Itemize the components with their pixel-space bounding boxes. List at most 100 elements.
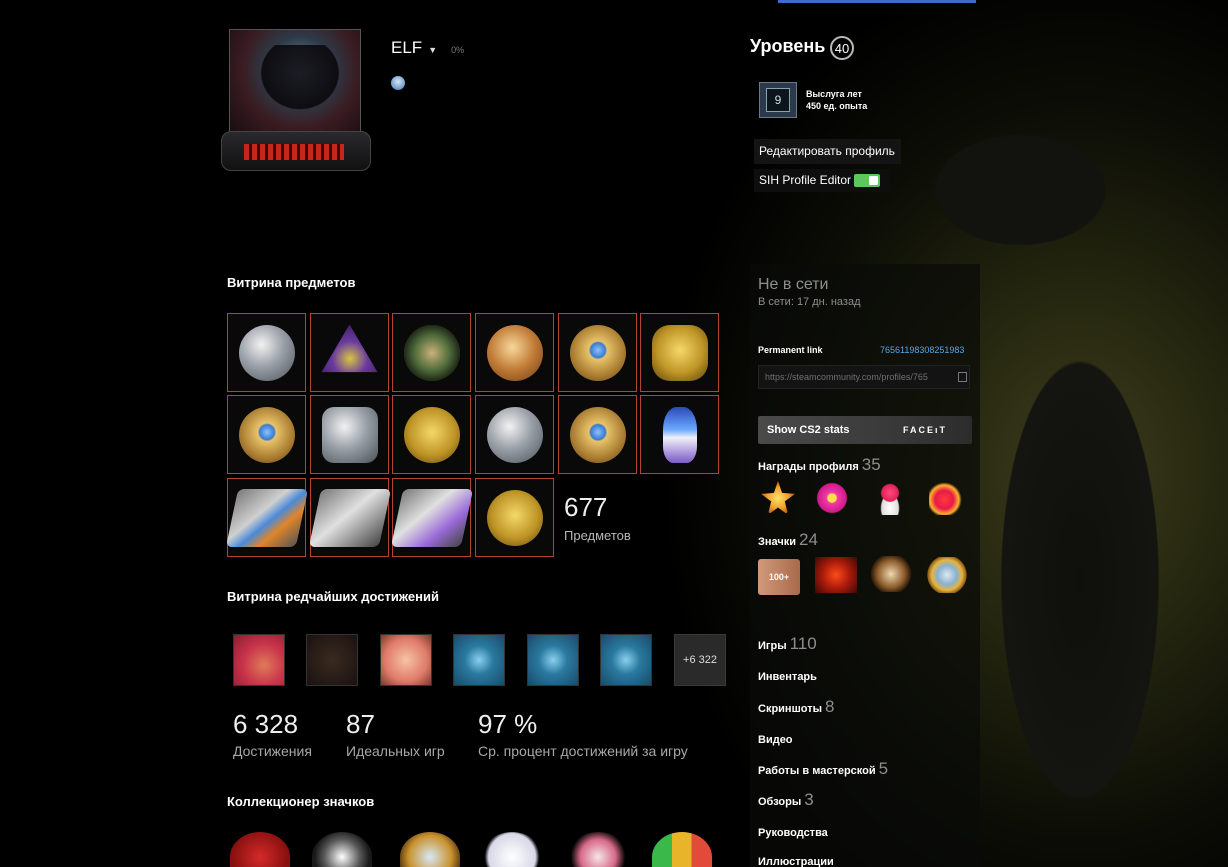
achievement-icon[interactable] [380, 634, 432, 686]
achievements-total-label: Достижения [233, 743, 312, 759]
persona-name-row[interactable]: ELF ▼ 0% [391, 38, 464, 58]
permalink-label: Permanent link [758, 345, 823, 355]
showcase-slot[interactable] [225, 478, 308, 557]
perfect-games-label: Идеальных игр [346, 743, 445, 759]
showcase-slot[interactable] [558, 313, 637, 392]
achievement-icon[interactable] [306, 634, 358, 686]
sih-toggle[interactable] [854, 174, 880, 187]
top-accent-bar [778, 0, 976, 3]
avatar-creature [255, 45, 345, 115]
games-count: 110 [789, 634, 817, 653]
last-online: В сети: 17 дн. назад [758, 296, 861, 308]
permalink-input[interactable]: https://steamcommunity.com/profiles/765 [758, 365, 970, 389]
badges-count: 24 [799, 530, 818, 549]
screenshots-label: Скриншоты [758, 703, 822, 715]
showcase-slot[interactable] [640, 395, 719, 474]
games-label: Игры [758, 640, 787, 652]
profile-awards-label: Награды профиля [758, 461, 859, 473]
flower-award-icon[interactable] [815, 481, 849, 515]
avatar-frame-base [221, 131, 371, 171]
showcase-slot[interactable] [475, 313, 554, 392]
video-link[interactable]: Видео [758, 734, 793, 746]
silver-shield-pin-icon [321, 406, 378, 463]
level-title: Уровень [750, 36, 826, 56]
reviews-link[interactable]: Обзоры 3 [758, 790, 814, 810]
cs-badge-icon[interactable] [870, 556, 912, 592]
show-cs2-stats-button[interactable]: Show CS2 stats FACEıT [758, 416, 972, 444]
screenshots-link[interactable]: Скриншоты 8 [758, 697, 834, 717]
chevron-down-icon[interactable]: ▼ [428, 45, 437, 55]
showcase-slot[interactable] [558, 395, 637, 474]
avg-completion-label: Ср. процент достижений за игру [478, 743, 688, 759]
avatar[interactable] [221, 27, 371, 172]
silver-star-pin-icon [486, 406, 543, 463]
games-link[interactable]: Игры 110 [758, 634, 817, 654]
showcase-slot[interactable] [310, 395, 389, 474]
showcase-slot[interactable] [310, 313, 389, 392]
workshop-link[interactable]: Работы в мастерской 5 [758, 759, 888, 779]
fire-heart-award-icon[interactable] [929, 481, 963, 515]
items-count[interactable]: 677 [564, 492, 607, 523]
tan-pin-icon [651, 324, 708, 381]
status-emoji-icon [391, 76, 405, 90]
avg-completion: 97 % [478, 709, 538, 739]
showcase-slot[interactable] [475, 395, 554, 474]
winter-badge-icon[interactable] [926, 557, 968, 593]
showcase-slot[interactable] [227, 313, 306, 392]
gold-medal-icon [486, 489, 543, 546]
service-medal-icon [238, 324, 295, 381]
more-achievements-button[interactable]: +6 322 [674, 634, 726, 686]
years-title: Выслуга лет [806, 89, 862, 99]
persona-name[interactable]: ELF [391, 38, 422, 58]
years-xp: 450 ед. опыта [806, 101, 868, 111]
profile-awards-link[interactable]: Награды профиля 35 [758, 455, 881, 475]
badge-collector-title: Коллекционер значков [227, 794, 375, 809]
season-two-coin-icon [308, 488, 391, 547]
showcase-slot[interactable] [227, 395, 306, 474]
showcase-slot[interactable] [308, 478, 391, 557]
artwork-link[interactable]: Иллюстрации [758, 856, 834, 867]
profile-awards-count: 35 [861, 455, 881, 474]
showcase-slot[interactable] [392, 395, 471, 474]
copy-icon[interactable] [958, 372, 967, 382]
cupcake-pin-icon [662, 406, 697, 463]
heart-hands-award-icon[interactable] [873, 481, 907, 515]
season-one-coin-icon [225, 488, 308, 547]
showcase-slot[interactable] [640, 313, 719, 392]
operation-coin-icon [403, 324, 460, 381]
reviews-count: 3 [804, 790, 814, 809]
screenshots-count: 8 [824, 697, 835, 716]
inventory-link[interactable]: Инвентарь [758, 671, 817, 683]
showcase-slot[interactable] [475, 478, 554, 557]
avatar-image [229, 29, 361, 137]
badges-link[interactable]: Значки 24 [758, 530, 818, 550]
achievement-icon[interactable] [453, 634, 505, 686]
edit-profile-button[interactable]: Редактировать профиль [754, 139, 901, 164]
years-of-service-text: Выслуга лет 450 ед. опыта [806, 88, 867, 112]
badges-label: Значки [758, 536, 797, 548]
level-badge[interactable]: 40 [830, 36, 854, 60]
showcase-slot[interactable] [390, 478, 473, 557]
items-count-label[interactable]: Предметов [564, 528, 631, 543]
xp-percent: 0% [451, 45, 465, 55]
cs2-stats-label: Show CS2 stats [767, 424, 850, 436]
years-of-service-badge[interactable]: 9 [759, 82, 797, 118]
achievements-showcase-title: Витрина редчайших достижений [227, 589, 439, 604]
gold-star-medal-icon [403, 406, 460, 463]
steam-id-link[interactable]: 76561198308251983 [880, 345, 964, 355]
five-year-coin-icon [486, 324, 543, 381]
toggle-knob [869, 176, 878, 185]
dota-badge-icon[interactable] [815, 557, 857, 593]
star-pin-icon [238, 406, 295, 463]
achievement-icon[interactable] [527, 634, 579, 686]
achievement-icon[interactable] [600, 634, 652, 686]
achievement-icon[interactable] [233, 634, 285, 686]
achievements-total: 6 328 [233, 709, 299, 739]
games-100-badge-icon[interactable]: 100+ [758, 559, 800, 595]
blue-gold-coin-icon [569, 406, 626, 463]
guides-link[interactable]: Руководства [758, 827, 828, 839]
faceit-logo: FACEıT [903, 425, 948, 435]
season-three-coin-icon [390, 488, 473, 547]
showcase-slot[interactable] [392, 313, 471, 392]
gold-star-coin-icon [569, 324, 626, 381]
